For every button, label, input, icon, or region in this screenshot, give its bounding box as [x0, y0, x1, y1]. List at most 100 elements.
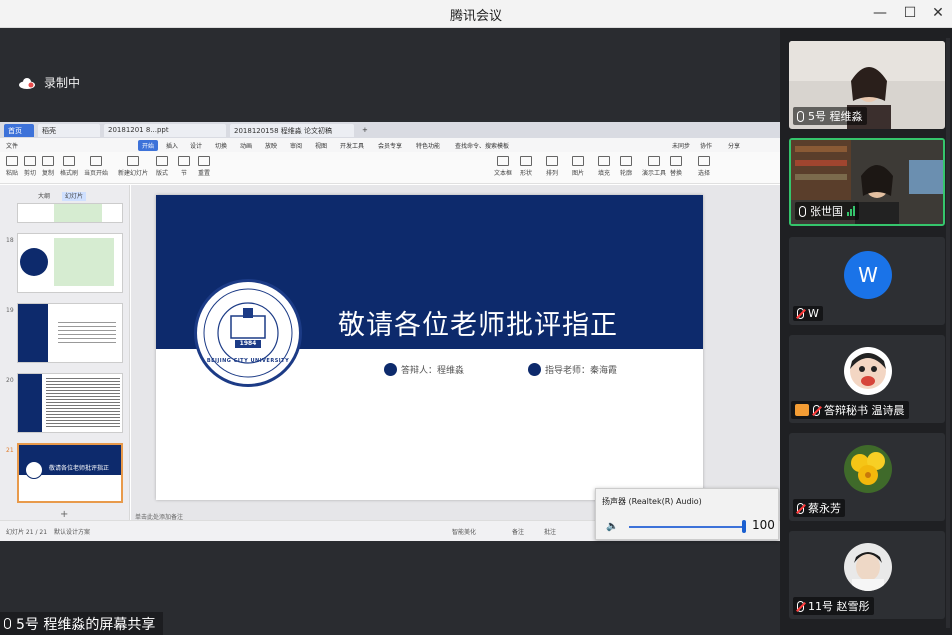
menu-item[interactable]: 插入 — [166, 141, 178, 150]
slide-thumbnail-selected[interactable]: 敬请各位老师批评指正 — [17, 443, 123, 503]
menu-item[interactable]: 动画 — [240, 141, 252, 150]
slide-thumbnail[interactable] — [17, 203, 123, 223]
maximize-button[interactable]: ☐ — [896, 2, 924, 24]
slide-number: 20 — [6, 377, 14, 384]
comments-toggle[interactable]: 批注 — [544, 527, 556, 536]
close-button[interactable]: ✕ — [924, 2, 952, 24]
fill-button[interactable]: 填充 — [598, 156, 610, 177]
mic-muted-icon — [797, 308, 804, 319]
participant-name-tag: 张世国 — [795, 202, 859, 220]
speaker-icon[interactable]: 🔈 — [606, 521, 618, 532]
shared-screen[interactable]: 首页 稻壳 20181201 8...ppt 2018120158 程维淼 论文… — [0, 122, 780, 541]
mic-muted-icon — [813, 404, 820, 416]
tab-home[interactable]: 首页 — [4, 124, 34, 137]
participant-name-tag: 蔡永芳 — [793, 499, 845, 517]
reset-button[interactable]: 重置 — [198, 156, 210, 177]
volume-slider-handle[interactable] — [742, 520, 746, 533]
window-title: 腾讯会议 — [449, 9, 502, 24]
copy-button[interactable]: 复制 — [42, 156, 54, 177]
participant-tile-speaking[interactable]: 张世国 — [789, 138, 945, 226]
shape-button[interactable]: 形状 — [520, 156, 532, 177]
participant-tile[interactable]: 蔡永芳 — [789, 433, 945, 521]
format-painter-button[interactable]: 格式刷 — [60, 156, 78, 177]
collaborate-button[interactable]: 协作 — [700, 141, 712, 150]
shape-icon — [520, 156, 532, 166]
layout-button[interactable]: 版式 — [156, 156, 168, 177]
notes-toggle[interactable]: 备注 — [512, 527, 524, 536]
participant-tile[interactable]: 5号 程维淼 — [789, 41, 945, 129]
arrange-button[interactable]: 排列 — [546, 156, 558, 177]
paste-button[interactable]: 粘贴 — [6, 156, 18, 177]
slide-editor[interactable]: 1984 BEIJING CITY UNIVERSITY 敬请各位老师批评指正 … — [131, 185, 780, 520]
menu-item[interactable]: 审阅 — [290, 141, 302, 150]
participant-tile[interactable]: 11号 赵雪彤 — [789, 531, 945, 619]
mic-icon — [799, 205, 806, 217]
play-from-current-button[interactable]: 当页开始 — [84, 156, 108, 177]
paste-icon — [6, 156, 18, 166]
menu-item[interactable]: 文件 — [6, 141, 18, 150]
menu-item[interactable]: 开发工具 — [340, 141, 364, 150]
advisor-icon — [528, 363, 541, 376]
slide-thumbnail[interactable] — [17, 303, 123, 363]
menu-item[interactable]: 会员专享 — [378, 141, 402, 150]
picture-button[interactable]: 图片 — [572, 156, 584, 177]
menu-item[interactable]: 设计 — [190, 141, 202, 150]
app-tab-bar: 首页 稻壳 20181201 8...ppt 2018120158 程维淼 论文… — [0, 122, 780, 138]
add-slide-icon[interactable]: + — [60, 509, 68, 520]
slide-headline: 敬请各位老师批评指正 — [338, 310, 618, 341]
participant-sidebar: 5号 程维淼 张世国 W W 答辩秘书 温诗晨 蔡永芳 11号 赵雪彤 — [780, 28, 952, 635]
replace-button[interactable]: 替换 — [670, 156, 682, 177]
tab-outline[interactable]: 大纲 — [38, 193, 50, 200]
slide-thumbnail[interactable] — [17, 373, 123, 433]
recording-indicator[interactable]: 录制中 — [18, 74, 80, 91]
participant-tile[interactable]: W W — [789, 237, 945, 325]
menu-item[interactable]: 特色功能 — [416, 141, 440, 150]
slide-number: 18 — [6, 237, 14, 244]
sync-status[interactable]: 未同步 — [672, 141, 690, 150]
speaking-volume-icon — [847, 206, 855, 216]
menu-item[interactable]: 切换 — [215, 141, 227, 150]
section-icon — [178, 156, 190, 166]
command-search[interactable]: 查找命令、搜索模板 — [455, 141, 509, 150]
menu-item[interactable]: 开始 — [138, 140, 159, 151]
volume-slider[interactable] — [629, 526, 744, 528]
avatar — [844, 347, 892, 395]
textbox-button[interactable]: 文本框 — [494, 156, 512, 177]
tab-presentation[interactable]: 20181201 8...ppt — [104, 124, 226, 137]
cut-button[interactable]: 剪切 — [24, 156, 36, 177]
section-button[interactable]: 节 — [178, 156, 190, 177]
participant-name-tag: 11号 赵雪彤 — [793, 597, 874, 615]
headline-underline — [344, 343, 640, 344]
tab-slides[interactable]: 幻灯片 — [61, 192, 86, 201]
theme-name: 默认设计方案 — [54, 529, 91, 536]
emblem-year: 1984 — [239, 340, 257, 347]
sidebar-scrollbar[interactable] — [946, 38, 950, 628]
ribbon-toolbar: 粘贴 剪切 复制 格式刷 当页开始 新建幻灯片 版式 节 重置 文本框 形状 排… — [0, 152, 780, 184]
textbox-icon — [497, 156, 509, 166]
slide-counter: 幻灯片 21 / 21 — [6, 529, 48, 536]
thumbnail-tabs: 大纲 幻灯片 — [38, 191, 96, 201]
beautify-button[interactable]: 智能美化 — [452, 527, 476, 536]
brush-icon — [63, 156, 75, 166]
minimize-button[interactable]: — — [866, 2, 894, 24]
select-button[interactable]: 选择 — [698, 156, 710, 177]
fill-icon — [598, 156, 610, 166]
slide-thumbnail[interactable] — [17, 233, 123, 293]
window-titlebar: 腾讯会议 — ☐ ✕ — [0, 0, 952, 28]
presentation-tools-button[interactable]: 演示工具 — [642, 156, 666, 177]
outline-button[interactable]: 轮廓 — [620, 156, 632, 177]
new-slide-icon — [127, 156, 139, 166]
menu-item[interactable]: 视图 — [315, 141, 327, 150]
slide-canvas[interactable]: 1984 BEIJING CITY UNIVERSITY 敬请各位老师批评指正 … — [156, 195, 703, 500]
share-doc-button[interactable]: 分享 — [728, 141, 740, 150]
new-tab-button[interactable]: + — [358, 124, 372, 137]
tab-docer[interactable]: 稻壳 — [38, 124, 100, 137]
outline-icon — [620, 156, 632, 166]
cut-icon — [24, 156, 36, 166]
new-slide-button[interactable]: 新建幻灯片 — [118, 156, 148, 177]
tab-thesis-doc[interactable]: 2018120158 程维淼 论文初稿 — [230, 124, 354, 137]
participant-tile[interactable]: 答辩秘书 温诗晨 — [789, 335, 945, 423]
audio-volume-popup: 扬声器 (Realtek(R) Audio) 🔈 100 — [595, 488, 779, 540]
menu-item[interactable]: 放映 — [265, 141, 277, 150]
mic-muted-icon — [797, 502, 804, 514]
